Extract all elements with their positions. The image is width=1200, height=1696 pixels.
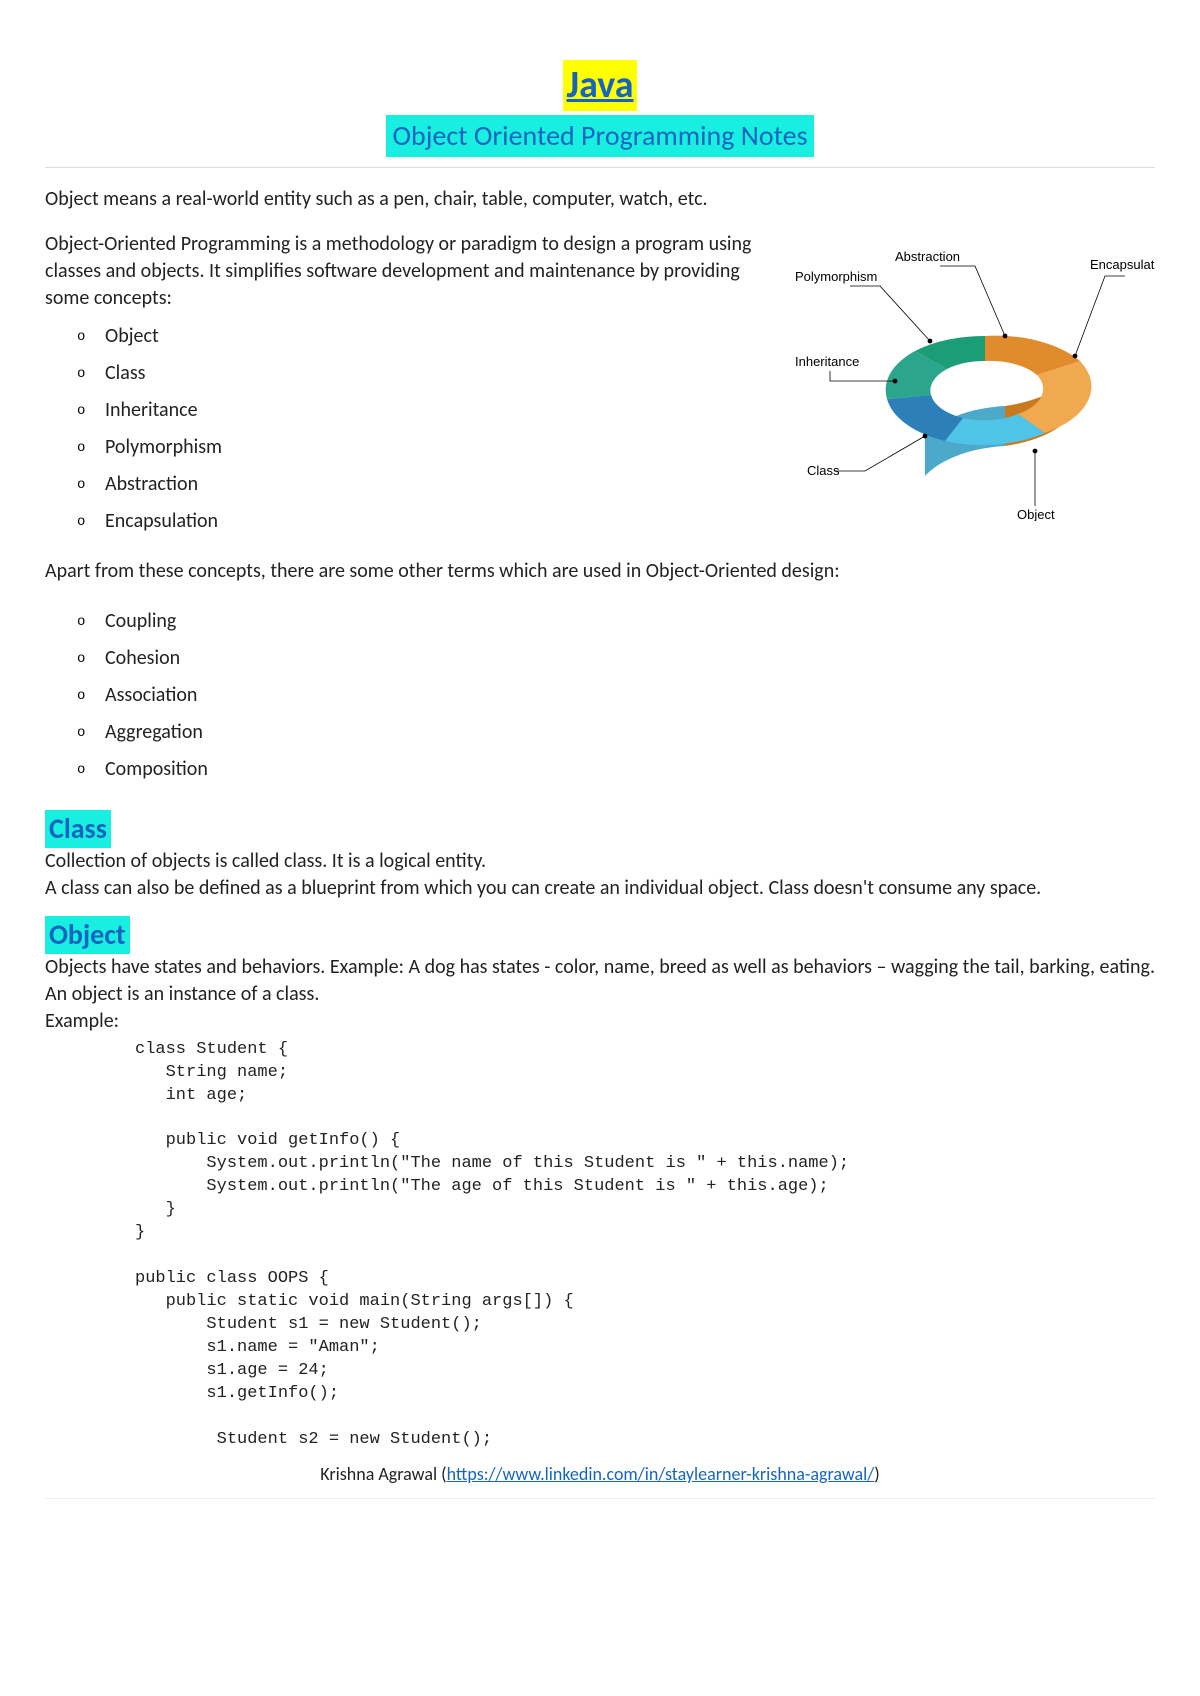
divider [45, 167, 1155, 168]
list-item: Aggregation [105, 714, 1155, 751]
oop-concepts-diagram: Abstraction Encapsulation Object Class I… [795, 231, 1155, 529]
footer-author: Krishna Agrawal [320, 1463, 437, 1485]
page-subtitle: Object Oriented Programming Notes [386, 115, 813, 157]
list-item: Coupling [105, 603, 1155, 640]
slice-label-abstraction: Abstraction [895, 249, 960, 264]
class-paragraph-2: A class can also be defined as a bluepri… [45, 875, 1155, 902]
object-paragraph-1: Objects have states and behaviors. Examp… [45, 954, 1155, 1008]
list-item: Encapsulation [105, 503, 775, 540]
class-heading: Class [45, 810, 111, 848]
list-item: Class [105, 355, 775, 392]
list-item: Composition [105, 751, 1155, 788]
intro-paragraph-1: Object means a real-world entity such as… [45, 186, 1155, 213]
slice-label-inheritance: Inheritance [795, 354, 859, 369]
footer-link[interactable]: https://www.linkedin.com/in/staylearner-… [447, 1463, 875, 1485]
slice-label-object: Object [1017, 507, 1055, 521]
after-concepts-paragraph: Apart from these concepts, there are som… [45, 558, 1155, 585]
list-item: Cohesion [105, 640, 1155, 677]
slice-label-polymorphism: Polymorphism [795, 269, 877, 284]
example-label: Example: [45, 1008, 1155, 1035]
list-item: Association [105, 677, 1155, 714]
concepts-list: Object Class Inheritance Polymorphism Ab… [45, 318, 775, 540]
slice-label-encapsulation: Encapsulation [1090, 257, 1155, 272]
object-heading: Object [45, 916, 130, 954]
class-paragraph-1: Collection of objects is called class. I… [45, 848, 1155, 875]
terms-list: Coupling Cohesion Association Aggregatio… [45, 603, 1155, 788]
footer: Krishna Agrawal (https://www.linkedin.co… [45, 1462, 1155, 1486]
list-item: Polymorphism [105, 429, 775, 466]
intro-paragraph-2: Object-Oriented Programming is a methodo… [45, 231, 775, 312]
list-item: Object [105, 318, 775, 355]
code-block: class Student { String name; int age; pu… [135, 1039, 1155, 1452]
page-title: Java [563, 60, 638, 111]
list-item: Inheritance [105, 392, 775, 429]
list-item: Abstraction [105, 466, 775, 503]
slice-label-class: Class [807, 463, 840, 478]
divider [45, 1498, 1155, 1499]
